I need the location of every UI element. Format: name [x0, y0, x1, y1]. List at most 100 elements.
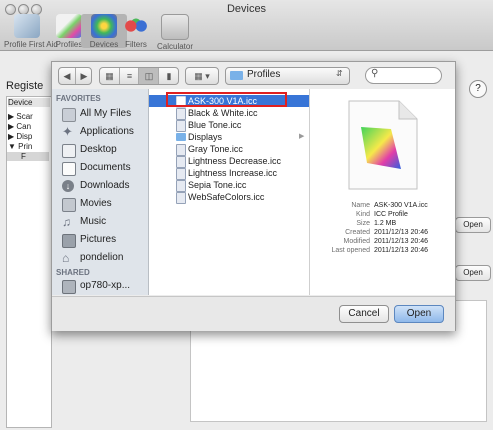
disclosure-arrow-icon: ▶	[299, 133, 305, 140]
file-name: Displays	[188, 132, 223, 142]
open-button[interactable]: Open	[394, 305, 444, 323]
file-row[interactable]: Sepia Tone.icc	[149, 179, 309, 192]
music-icon: ♫	[62, 215, 71, 229]
downloads-icon: ↓	[62, 180, 74, 192]
file-row[interactable]: Black & White.icc	[149, 107, 309, 120]
info-name-key: Name	[351, 202, 370, 209]
device-category[interactable]: ▶ Scar	[8, 112, 33, 121]
calculator-icon	[161, 14, 189, 40]
open-profile-button[interactable]: Open	[455, 217, 491, 233]
info-last-opened-key: Last opened	[331, 247, 370, 254]
help-button[interactable]: ?	[469, 80, 487, 98]
file-row[interactable]: WebSafeColors.icc	[149, 191, 309, 204]
home-icon: ⌂	[62, 251, 70, 265]
sidebar-item-movies[interactable]: Movies	[52, 196, 148, 214]
file-row[interactable]: Blue Tone.icc	[149, 119, 309, 132]
path-popup[interactable]: Profiles ⇵	[225, 67, 350, 85]
preview-pane: Name ASK-300 V1A.icc Kind ICC Profile Si…	[310, 89, 455, 295]
pictures-icon	[62, 234, 76, 248]
sidebar-item-label: Downloads	[80, 180, 130, 191]
sidebar-item-downloads[interactable]: ↓ Downloads	[52, 178, 148, 196]
sidebar-item-label: Applications	[80, 126, 134, 137]
sidebar-item-pondelion[interactable]: ⌂ pondelion	[52, 250, 148, 268]
all-files-icon	[62, 108, 76, 122]
title-bar: Devices Profile First Aid Profiles Devic…	[0, 0, 493, 51]
sidebar-item-pictures[interactable]: Pictures	[52, 232, 148, 250]
favorites-header: FAVORITES	[56, 94, 101, 103]
search-field[interactable]: ⚲	[365, 67, 442, 84]
coverflow-view-icon[interactable]: ▮	[158, 68, 179, 84]
info-created-key: Created	[345, 229, 370, 236]
info-size-value: 1.2 MB	[374, 220, 397, 227]
toolbar-profile-first-aid[interactable]: Profile First Aid	[4, 14, 58, 49]
sidebar-item-op780-xp[interactable]: op780-xp...	[52, 278, 148, 296]
path-popup-label: Profiles	[247, 69, 281, 80]
file-name: Blue Tone.icc	[188, 120, 242, 130]
back-arrow-icon[interactable]: ◀	[59, 68, 75, 84]
shared-header: SHARED	[56, 268, 90, 277]
device-list[interactable]: Device ▶ Scar ▶ Can ▶ Disp ▼ Prin F	[6, 96, 52, 428]
sidebar-item-music[interactable]: ♫ Music	[52, 214, 148, 232]
desktop-icon	[62, 144, 76, 158]
sidebar-item-label: Movies	[80, 198, 112, 209]
sidebar-item-label: Desktop	[80, 144, 117, 155]
folder-row[interactable]: Displays ▶	[149, 131, 309, 143]
view-mode-control[interactable]: ▦ ≡ ◫ ▮	[99, 67, 179, 85]
folder-icon	[230, 71, 243, 80]
first-aid-icon	[14, 14, 40, 38]
info-modified-key: Modified	[343, 238, 370, 245]
file-name: Black & White.icc	[188, 108, 258, 118]
file-row[interactable]: Gray Tone.icc	[149, 143, 309, 156]
info-last-opened-value: 2011/12/13 20:46	[374, 247, 428, 254]
sidebar-item-desktop[interactable]: Desktop	[52, 142, 148, 160]
sidebar-item-documents[interactable]: Documents	[52, 160, 148, 178]
device-category[interactable]: ▶ Disp	[8, 132, 32, 141]
icc-profile-preview-icon	[348, 100, 418, 190]
file-name: Sepia Tone.icc	[188, 180, 247, 190]
profiles-icon	[56, 14, 82, 38]
toolbar-calculator[interactable]: Calculator	[152, 14, 198, 51]
sidebar-item-label: Pictures	[80, 234, 117, 245]
icc-file-icon	[176, 192, 186, 204]
sidebar-item-label: op780-xp...	[80, 280, 131, 291]
file-browser-column: ASK-300 V1A.icc Black & White.icc Blue T…	[149, 89, 310, 295]
colorsync-window: Devices Profile First Aid Profiles Devic…	[0, 0, 493, 430]
toolbar-label: Profile First Aid	[4, 40, 58, 49]
icon-view-icon[interactable]: ▦	[100, 68, 119, 84]
highlight-box	[166, 92, 287, 107]
info-modified-value: 2011/12/13 20:46	[374, 238, 428, 245]
info-created-value: 2011/12/13 20:46	[374, 229, 428, 236]
device-category[interactable]: ▼ Prin	[8, 142, 32, 151]
column-view-icon[interactable]: ◫	[138, 68, 159, 84]
info-kind-key: Kind	[355, 211, 370, 218]
forward-arrow-icon[interactable]: ▶	[75, 68, 92, 84]
cancel-button[interactable]: Cancel	[339, 305, 389, 323]
file-name: Lightness Decrease.icc	[188, 156, 282, 166]
file-name: Lightness Increase.icc	[188, 168, 278, 178]
sidebar-item-label: Music	[80, 216, 107, 227]
search-icon: ⚲	[371, 68, 379, 79]
folder-icon	[176, 133, 186, 141]
file-row[interactable]: Lightness Decrease.icc	[149, 155, 309, 168]
sidebar-item-all-my-files[interactable]: All My Files	[52, 106, 148, 124]
open-profile-button[interactable]: Open	[455, 265, 491, 281]
updown-arrows-icon: ⇵	[336, 69, 343, 78]
filters-icon	[123, 14, 149, 38]
device-list-header: Device	[8, 98, 50, 107]
file-row[interactable]: Lightness Increase.icc	[149, 167, 309, 180]
list-view-icon[interactable]: ≡	[119, 68, 139, 84]
sidebar-item-label: Documents	[80, 162, 131, 173]
file-name: Gray Tone.icc	[188, 144, 243, 154]
applications-icon: ✦	[62, 124, 73, 139]
device-category[interactable]: ▶ Can	[8, 122, 31, 131]
sidebar-item-applications[interactable]: ✦ Applications	[52, 124, 148, 142]
sheet-button-bar: Cancel Open	[52, 296, 455, 331]
sheet-sidebar: FAVORITES All My Files ✦ Applications De…	[52, 89, 149, 295]
info-name-value: ASK-300 V1A.icc	[374, 202, 428, 209]
device-item-selected[interactable]: F	[7, 152, 49, 161]
movies-icon	[62, 198, 76, 212]
arrange-menu-button[interactable]: ▦ ▾	[185, 67, 219, 85]
toolbar-label: Calculator	[156, 42, 193, 51]
network-computer-icon	[62, 280, 76, 294]
back-forward-control[interactable]: ◀ ▶	[58, 67, 92, 85]
